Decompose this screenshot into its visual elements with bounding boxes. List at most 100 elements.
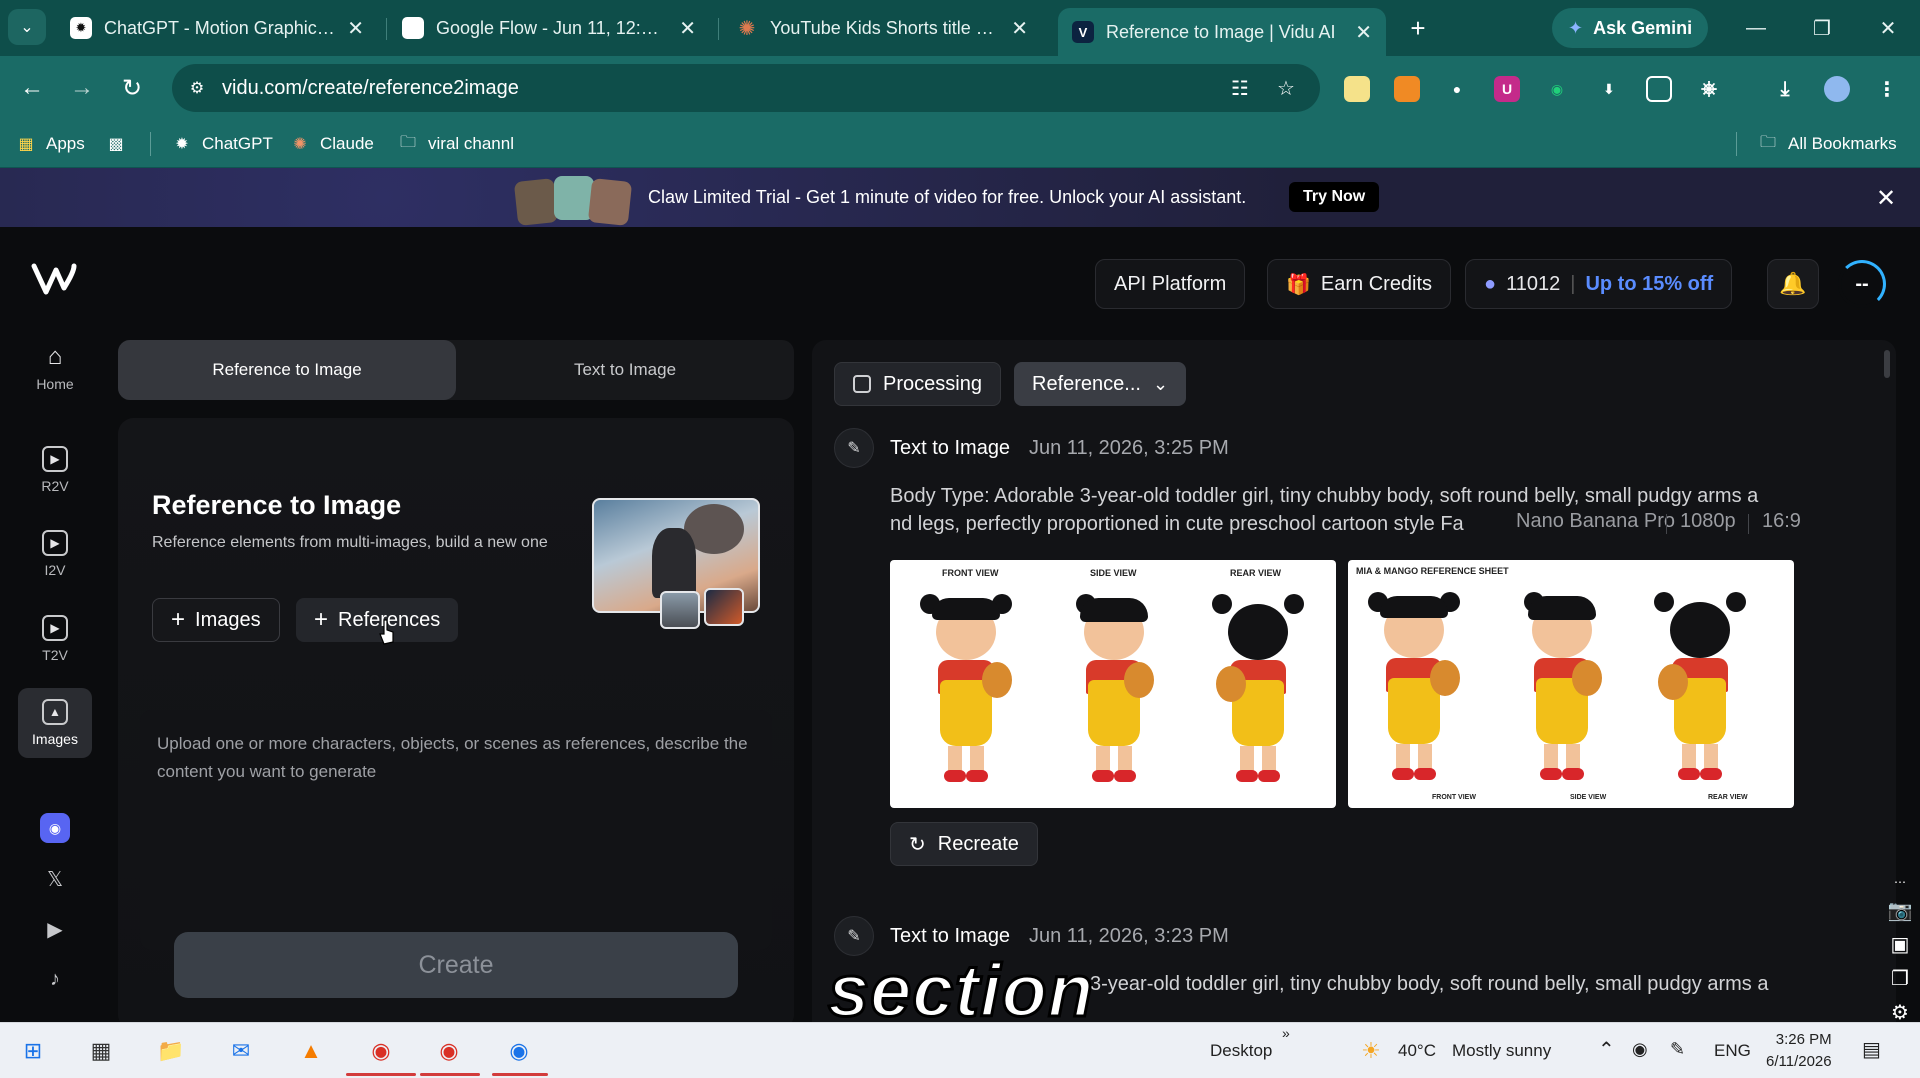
entry-prompt-line: Body Type: Adorable 3-year-old toddler g…: [890, 485, 1759, 507]
weather-text[interactable]: Mostly sunny: [1452, 1041, 1551, 1061]
recreate-button[interactable]: ↻ Recreate: [890, 822, 1038, 866]
back-icon[interactable]: ←: [14, 70, 50, 106]
bookmark-tab-groups[interactable]: ▩: [106, 130, 126, 158]
close-window-icon[interactable]: ✕: [1866, 10, 1910, 46]
entry-date: Jun 11, 2026, 3:23 PM: [1029, 925, 1229, 947]
vlc-icon[interactable]: ▲: [290, 1031, 332, 1071]
result-image-2[interactable]: MIA & MANGO REFERENCE SHEET FRONT VIEW S…: [1348, 560, 1794, 808]
discord-icon[interactable]: ◉: [40, 813, 70, 843]
outlook-icon[interactable]: ✉: [220, 1031, 262, 1071]
entry-prompt[interactable]: 3-year-old toddler girl, tiny chubby bod…: [1090, 970, 1850, 998]
bookmark-claude[interactable]: ✺ Claude: [290, 130, 374, 158]
bookmark-apps[interactable]: ▦ Apps: [16, 130, 84, 158]
create-button[interactable]: Create: [174, 932, 738, 998]
extension-orange-icon[interactable]: [1394, 76, 1420, 102]
language-indicator[interactable]: ENG: [1714, 1041, 1751, 1061]
results-scrollbar[interactable]: [1884, 350, 1890, 378]
windows-start-icon[interactable]: ⊞: [12, 1031, 54, 1071]
address-bar[interactable]: ⚙ vidu.com/create/reference2image ☷ ☆: [172, 64, 1320, 112]
clock[interactable]: 3:26 PM 6/11/2026: [1766, 1029, 1832, 1073]
plus-icon: +: [171, 606, 186, 633]
tab-search-chevron-icon[interactable]: ⌄: [8, 9, 46, 45]
window-capture-icon[interactable]: ❐: [1886, 966, 1914, 990]
tiktok-icon[interactable]: ♪: [40, 964, 70, 994]
sidebar-item-label: T2V: [42, 647, 68, 663]
extension-notes-icon[interactable]: [1344, 76, 1370, 102]
tab-chatgpt[interactable]: ✹ ChatGPT - Motion Graphic Engi ✕: [56, 8, 378, 48]
bookmark-chatgpt[interactable]: ✹ ChatGPT: [172, 130, 273, 158]
restore-icon[interactable]: ❐: [1800, 10, 1844, 46]
earn-credits-button[interactable]: 🎁 Earn Credits: [1267, 259, 1452, 309]
youtube-icon[interactable]: ▶: [40, 914, 70, 944]
task-view-icon[interactable]: ▦: [80, 1031, 122, 1071]
type-filter-dropdown[interactable]: Reference... ⌄: [1014, 362, 1187, 406]
camera-icon[interactable]: 📷: [1886, 898, 1914, 922]
tab-text-to-image[interactable]: Text to Image: [456, 340, 794, 400]
credits-button[interactable]: ● 11012 | Up to 15% off: [1465, 259, 1733, 309]
site-info-icon[interactable]: ⚙: [182, 73, 212, 103]
downloads-icon[interactable]: ⤓: [1772, 76, 1798, 102]
sidebar-item-images[interactable]: ▲ Images: [18, 688, 92, 758]
credits-count: 11012: [1506, 272, 1561, 295]
sidebar-item-home[interactable]: ⌂ Home: [18, 333, 92, 403]
tray-chevron-up-icon[interactable]: ⌃: [1598, 1037, 1615, 1062]
close-banner-icon[interactable]: ✕: [1872, 184, 1900, 212]
chevron-more-icon[interactable]: »: [1282, 1025, 1290, 1041]
try-now-button[interactable]: Try Now: [1289, 182, 1380, 212]
weather-temp[interactable]: 40°C: [1398, 1041, 1436, 1061]
chrome-icon[interactable]: ◉: [360, 1031, 402, 1071]
ask-gemini-button[interactable]: ✦ Ask Gemini: [1552, 8, 1709, 48]
tab-youtube-kids[interactable]: ✺ YouTube Kids Shorts title gener ✕: [722, 8, 1042, 48]
result-image-1[interactable]: FRONT VIEW SIDE VIEW REAR VIEW: [890, 560, 1336, 808]
close-tab-icon[interactable]: ✕: [347, 16, 364, 41]
install-app-icon[interactable]: ☷: [1226, 74, 1254, 102]
api-platform-button[interactable]: API Platform: [1095, 259, 1246, 309]
extension-globe-icon[interactable]: ●: [1444, 76, 1470, 102]
file-explorer-icon[interactable]: 📁: [150, 1031, 192, 1071]
close-tab-icon[interactable]: ✕: [1011, 16, 1028, 41]
mini-reference-thumb: [660, 591, 700, 629]
extensions-puzzle-icon[interactable]: ⎈: [1696, 76, 1722, 102]
tab-reference-to-image[interactable]: Reference to Image: [118, 340, 456, 400]
chrome-profile-icon[interactable]: ◉: [428, 1031, 470, 1071]
add-images-button[interactable]: + Images: [152, 598, 280, 642]
forward-icon[interactable]: →: [64, 70, 100, 106]
user-avatar[interactable]: --: [1838, 260, 1886, 308]
processing-filter[interactable]: Processing: [834, 362, 1001, 406]
tab-vidu[interactable]: V Reference to Image | Vidu AI ✕: [1058, 8, 1386, 56]
pen-icon[interactable]: ✎: [1670, 1039, 1685, 1060]
sidebar-item-t2v[interactable]: ▶ T2V: [18, 604, 92, 674]
network-icon[interactable]: ◉: [1632, 1039, 1648, 1060]
taskbar-active-indicator: [492, 1073, 548, 1076]
character-rear-view: [1210, 590, 1306, 790]
chrome-menu-icon[interactable]: ⋮: [1874, 76, 1900, 102]
notifications-bell-icon[interactable]: 🔔: [1767, 259, 1819, 309]
reload-icon[interactable]: ↻: [114, 70, 150, 106]
tab-google-flow[interactable]: Google Flow - Jun 11, 12:49 PM ✕: [388, 8, 710, 48]
notification-center-icon[interactable]: ▤: [1862, 1037, 1881, 1062]
close-tab-icon[interactable]: ✕: [679, 16, 696, 41]
avatar-text: --: [1855, 272, 1869, 295]
extension-download-icon[interactable]: ⬇: [1596, 76, 1622, 102]
video-record-icon[interactable]: ▣: [1886, 932, 1914, 956]
extension-grammarly-icon[interactable]: ◉: [1544, 76, 1570, 102]
profile-avatar-icon[interactable]: [1824, 76, 1850, 102]
vidu-logo[interactable]: [30, 258, 80, 298]
weather-sun-icon[interactable]: ☀: [1350, 1031, 1392, 1071]
settings-gear-icon[interactable]: ⚙: [1886, 1000, 1914, 1024]
bookmark-star-icon[interactable]: ☆: [1272, 74, 1300, 102]
extension-shield-icon[interactable]: U: [1494, 76, 1520, 102]
plus-icon: +: [314, 606, 329, 633]
new-tab-icon[interactable]: +: [1400, 10, 1436, 46]
sidebar-item-i2v[interactable]: ▶ I2V: [18, 519, 92, 589]
sidebar-item-r2v[interactable]: ▶ R2V: [18, 435, 92, 505]
extension-screen-icon[interactable]: [1646, 76, 1672, 102]
chrome-app-icon[interactable]: ◉: [498, 1031, 540, 1071]
x-icon[interactable]: 𝕏: [40, 864, 70, 894]
bookmark-viral-channl[interactable]: 🗀 viral channl: [398, 130, 514, 158]
desktop-toolbar-label[interactable]: Desktop: [1210, 1041, 1272, 1061]
minimize-icon[interactable]: —: [1734, 10, 1778, 46]
all-bookmarks[interactable]: 🗀 All Bookmarks: [1758, 130, 1897, 158]
recorder-menu-icon[interactable]: ⋯: [1886, 870, 1914, 894]
close-tab-icon[interactable]: ✕: [1355, 20, 1372, 45]
